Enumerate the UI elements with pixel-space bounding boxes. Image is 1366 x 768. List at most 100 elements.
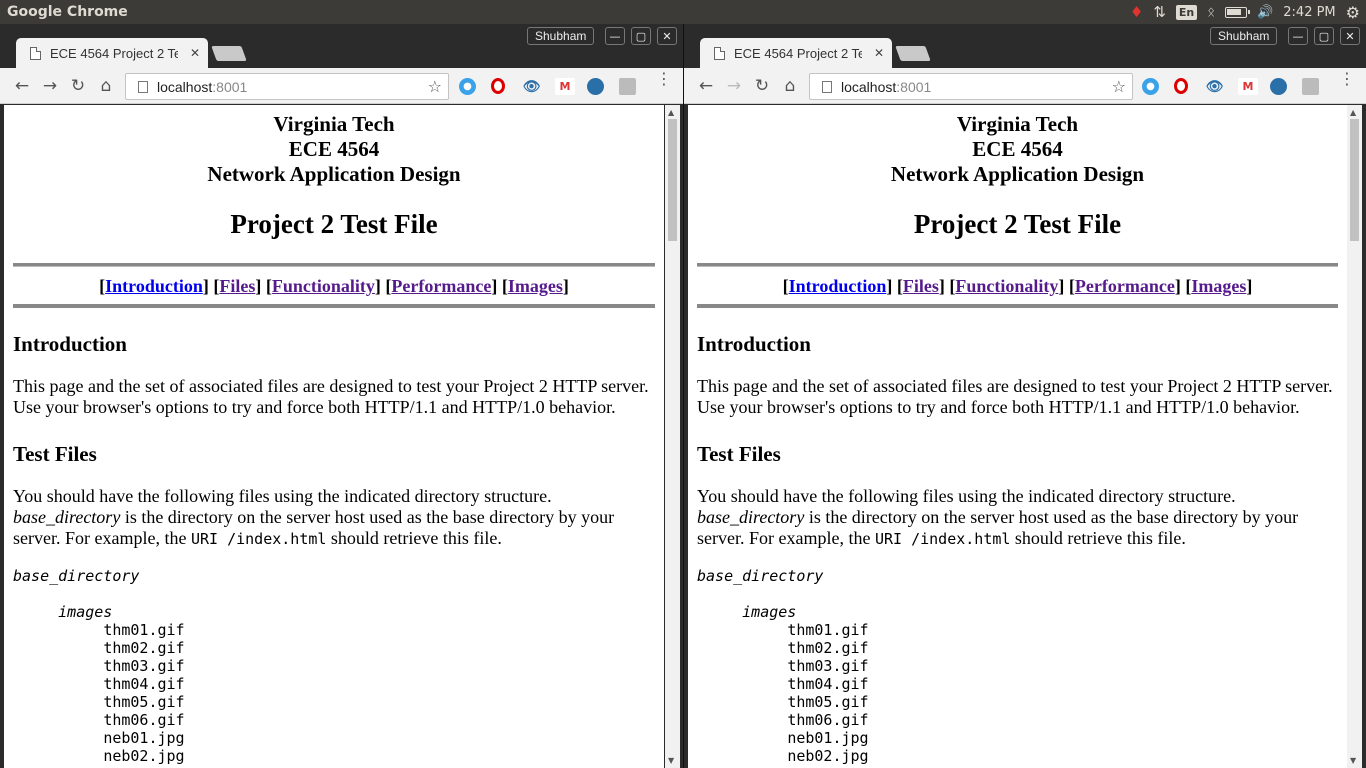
home-icon[interactable]: ⌂ xyxy=(96,76,116,96)
nav-link-images[interactable]: Images xyxy=(508,276,563,296)
divider xyxy=(13,263,655,267)
extension-icon[interactable]: ● xyxy=(459,78,476,95)
page-viewport[interactable]: Virginia Tech ECE 4564 Network Applicati… xyxy=(688,105,1347,768)
divider xyxy=(13,304,655,308)
maximize-button[interactable]: ▢ xyxy=(1314,27,1334,45)
gmail-icon[interactable]: M xyxy=(555,78,575,95)
header-line: Virginia Tech xyxy=(273,112,395,136)
scroll-up-icon[interactable]: ▲ xyxy=(1350,108,1356,117)
volume-icon[interactable]: 🔊 xyxy=(1257,0,1273,24)
titlebar: ECE 4564 Project 2 Test File ✕ Shubham —… xyxy=(684,24,1366,68)
extension-icon[interactable]: ● xyxy=(1142,78,1159,95)
clock[interactable]: 2:42 PM xyxy=(1283,0,1335,24)
network-icon[interactable]: ⇅ xyxy=(1153,0,1166,24)
nav-link-functionality[interactable]: Functionality xyxy=(272,276,375,296)
gmail-icon[interactable]: M xyxy=(1238,78,1258,95)
nav-link-introduction[interactable]: Introduction xyxy=(105,276,203,296)
url-host: localhost xyxy=(157,78,213,95)
nav-link-files[interactable]: Files xyxy=(903,276,939,296)
files-paragraph: You should have the following files usin… xyxy=(697,486,1299,548)
page-title: Project 2 Test File xyxy=(230,209,438,239)
image-extension-icon[interactable] xyxy=(619,78,636,95)
scroll-down-icon[interactable]: ▼ xyxy=(1350,756,1356,765)
directory-tree: base_directory images thm01.gif thm02.gi… xyxy=(13,567,185,765)
bookmark-star-icon[interactable]: ☆ xyxy=(1112,77,1126,96)
section-heading-introduction: Introduction xyxy=(697,332,811,356)
bluetooth-icon[interactable]: ᛟ xyxy=(1207,0,1215,24)
browser-window-right: ECE 4564 Project 2 Test File ✕ Shubham —… xyxy=(684,24,1366,768)
page-icon xyxy=(714,46,725,60)
tab-title: ECE 4564 Project 2 Test File xyxy=(50,45,178,61)
scroll-thumb[interactable] xyxy=(668,119,677,241)
forward-icon[interactable]: → xyxy=(40,76,60,96)
nav-link-performance[interactable]: Performance xyxy=(1075,276,1175,296)
address-bar[interactable]: localhost:8001 ☆ xyxy=(125,73,449,100)
back-icon[interactable]: ← xyxy=(12,76,32,96)
globe-icon[interactable] xyxy=(587,78,604,95)
home-icon[interactable]: ⌂ xyxy=(780,76,800,96)
opera-icon[interactable] xyxy=(1174,78,1188,94)
header-line: Network Application Design xyxy=(890,162,1145,186)
section-nav: [Introduction] [Files] [Functionality] [… xyxy=(782,276,1253,296)
image-extension-icon[interactable] xyxy=(1302,78,1319,95)
maximize-button[interactable]: ▢ xyxy=(631,27,651,45)
page-info-icon[interactable] xyxy=(822,80,832,93)
browser-window-left: ECE 4564 Project 2 Test File ✕ Shubham —… xyxy=(0,24,683,768)
vertical-scrollbar[interactable]: ▲ ▼ xyxy=(1347,105,1362,768)
eye-icon[interactable]: 👁 xyxy=(1206,78,1224,95)
header-line: Network Application Design xyxy=(207,162,461,186)
opera-icon[interactable] xyxy=(491,78,505,94)
reload-icon[interactable]: ↻ xyxy=(752,76,772,96)
active-app-title: Google Chrome xyxy=(7,4,128,20)
forward-icon[interactable]: → xyxy=(724,76,744,96)
url-port: :8001 xyxy=(896,78,932,95)
eye-icon[interactable]: 👁 xyxy=(523,78,541,95)
page-title: Project 2 Test File xyxy=(913,209,1122,239)
back-icon[interactable]: ← xyxy=(696,76,716,96)
header-line: ECE 4564 xyxy=(288,137,380,161)
minimize-button[interactable]: — xyxy=(1288,27,1308,45)
reload-icon[interactable]: ↻ xyxy=(68,76,88,96)
new-tab-button[interactable] xyxy=(211,46,247,61)
battery-icon[interactable] xyxy=(1225,0,1251,24)
nav-link-files[interactable]: Files xyxy=(219,276,255,296)
intro-paragraph: This page and the set of associated file… xyxy=(13,376,649,417)
scroll-up-icon[interactable]: ▲ xyxy=(668,108,674,117)
close-window-button[interactable]: ✕ xyxy=(657,27,677,45)
page-viewport[interactable]: Virginia Tech ECE 4564 Network Applicati… xyxy=(4,105,664,768)
tab-title: ECE 4564 Project 2 Test File xyxy=(734,45,862,61)
nav-link-functionality[interactable]: Functionality xyxy=(955,276,1058,296)
address-bar[interactable]: localhost:8001 ☆ xyxy=(809,73,1133,100)
close-tab-icon[interactable]: ✕ xyxy=(874,46,884,60)
profile-button[interactable]: Shubham xyxy=(527,27,595,45)
nav-link-introduction[interactable]: Introduction xyxy=(789,276,887,296)
nav-link-performance[interactable]: Performance xyxy=(391,276,491,296)
titlebar: ECE 4564 Project 2 Test File ✕ Shubham —… xyxy=(0,24,683,68)
shield-icon[interactable]: ♦ xyxy=(1130,0,1143,24)
close-tab-icon[interactable]: ✕ xyxy=(190,46,200,60)
scroll-thumb[interactable] xyxy=(1350,119,1359,241)
url-port: :8001 xyxy=(212,78,248,95)
menu-icon[interactable]: ⋮ xyxy=(1339,71,1355,87)
system-tray: ♦ ⇅ En ᛟ 🔊 2:42 PM ⚙ xyxy=(1125,0,1366,24)
profile-button[interactable]: Shubham xyxy=(1210,27,1278,45)
new-tab-button[interactable] xyxy=(895,46,931,61)
header-line: Virginia Tech xyxy=(956,112,1079,136)
section-heading-introduction: Introduction xyxy=(13,332,127,356)
browser-tab[interactable]: ECE 4564 Project 2 Test File ✕ xyxy=(700,38,892,68)
scroll-down-icon[interactable]: ▼ xyxy=(668,756,674,765)
divider xyxy=(697,304,1338,308)
keyboard-layout-indicator[interactable]: En xyxy=(1175,0,1198,24)
close-window-button[interactable]: ✕ xyxy=(1340,27,1360,45)
gear-icon[interactable]: ⚙ xyxy=(1346,0,1360,24)
page-info-icon[interactable] xyxy=(138,80,148,93)
url-host: localhost xyxy=(841,78,897,95)
globe-icon[interactable] xyxy=(1270,78,1287,95)
browser-tab[interactable]: ECE 4564 Project 2 Test File ✕ xyxy=(16,38,208,68)
nav-link-images[interactable]: Images xyxy=(1191,276,1246,296)
intro-paragraph: This page and the set of associated file… xyxy=(697,376,1333,417)
minimize-button[interactable]: — xyxy=(605,27,625,45)
bookmark-star-icon[interactable]: ☆ xyxy=(428,77,442,96)
menu-icon[interactable]: ⋮ xyxy=(656,71,672,87)
vertical-scrollbar[interactable]: ▲ ▼ xyxy=(665,105,680,768)
